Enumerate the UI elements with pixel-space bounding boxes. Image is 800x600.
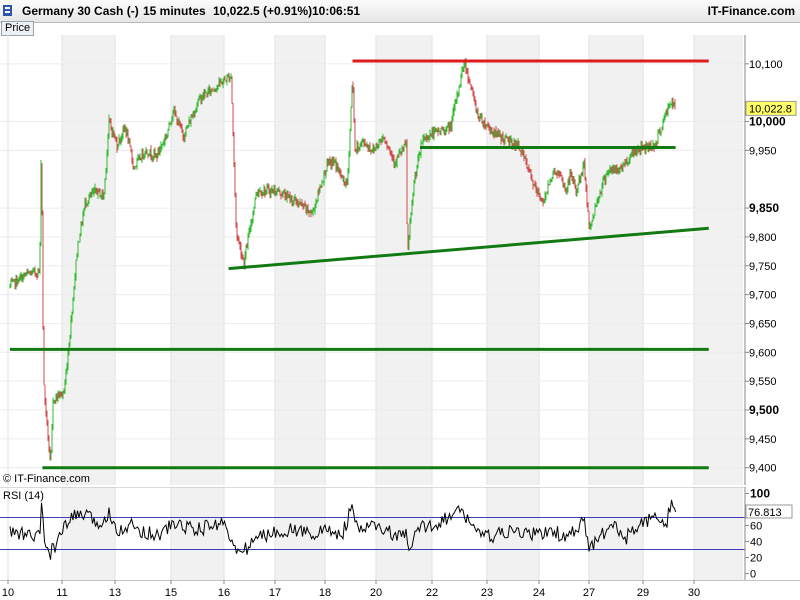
price-tick-label: 9,500 <box>749 403 779 417</box>
rsi-chart[interactable]: 02040608010076.813 <box>0 487 800 580</box>
session-band <box>589 487 643 580</box>
price-tick-label: 10,100 <box>749 59 783 71</box>
session-band <box>487 487 539 580</box>
session-band <box>376 35 432 485</box>
time-tick-label: 27 <box>583 587 595 599</box>
rsi-tick-label: 20 <box>750 553 762 565</box>
logo-icon <box>3 5 12 16</box>
time-tick-label: 18 <box>319 587 331 599</box>
session-band <box>694 487 743 580</box>
clock: 10:06:51 <box>312 4 361 18</box>
time-tick-label: 20 <box>370 587 382 599</box>
price-tick-label: 9,750 <box>749 261 777 273</box>
timeframe-label: 15 minutes <box>143 4 206 18</box>
time-axis: 10 11 13 15 16 17 18 20 22 23 24 27 29 30 <box>0 580 800 599</box>
rsi-axis-bg <box>745 487 800 580</box>
instrument-name: Germany 30 Cash (-) <box>22 4 139 18</box>
price-tick-label: 9,950 <box>749 145 777 157</box>
price-tick-label: 9,700 <box>749 290 777 302</box>
rsi-tick-label: 40 <box>750 537 762 549</box>
price-tick-label: 10,000 <box>749 115 786 129</box>
time-tick-label: 22 <box>426 587 438 599</box>
price-tick-label: 9,650 <box>749 318 777 330</box>
price-tick-label: 9,450 <box>749 434 777 446</box>
session-band <box>275 487 325 580</box>
price-tick-label: 9,850 <box>749 201 779 215</box>
price-tick-label: 9,550 <box>749 376 777 388</box>
rsi-label: RSI (14) <box>3 490 44 502</box>
chart-header: Germany 30 Cash (-) 15 minutes 10,022.5 … <box>0 0 800 23</box>
last-change: 10,022.5 (+0.91%) <box>213 4 313 18</box>
session-band <box>62 487 115 580</box>
last-price-label: 10,022.8 <box>749 103 792 115</box>
time-tick-label: 13 <box>109 587 121 599</box>
price-panel-tab[interactable]: Price <box>1 21 35 36</box>
price-tick-label: 9,400 <box>749 463 777 475</box>
session-band <box>487 35 539 485</box>
time-tick-label: 30 <box>688 587 700 599</box>
session-band <box>589 35 643 485</box>
time-tick-label: 10 <box>2 587 14 599</box>
time-tick-label: 17 <box>269 587 281 599</box>
session-band <box>62 35 115 485</box>
rsi-last-label: 76.813 <box>748 507 782 519</box>
rsi-tick-label: 100 <box>750 487 770 500</box>
price-tick-label: 9,800 <box>749 232 777 244</box>
time-tick-label: 15 <box>165 587 177 599</box>
rsi-tick-label: 60 <box>750 520 762 532</box>
price-chart[interactable]: 9,400 9,450 9,500 9,550 9,600 9,650 9,700 9,750… <box>0 35 800 485</box>
time-tick-label: 16 <box>218 587 230 599</box>
copyright: © IT-Finance.com <box>3 473 90 485</box>
session-band <box>694 35 743 485</box>
brand-link[interactable]: IT-Finance.com <box>708 4 795 18</box>
price-tick-label: 9,600 <box>749 347 777 359</box>
rsi-tick-label: 0 <box>750 569 756 580</box>
time-tick-label: 11 <box>56 587 67 599</box>
time-tick-label: 23 <box>481 587 493 599</box>
time-tick-label: 24 <box>533 587 545 599</box>
time-tick-label: 29 <box>637 587 649 599</box>
